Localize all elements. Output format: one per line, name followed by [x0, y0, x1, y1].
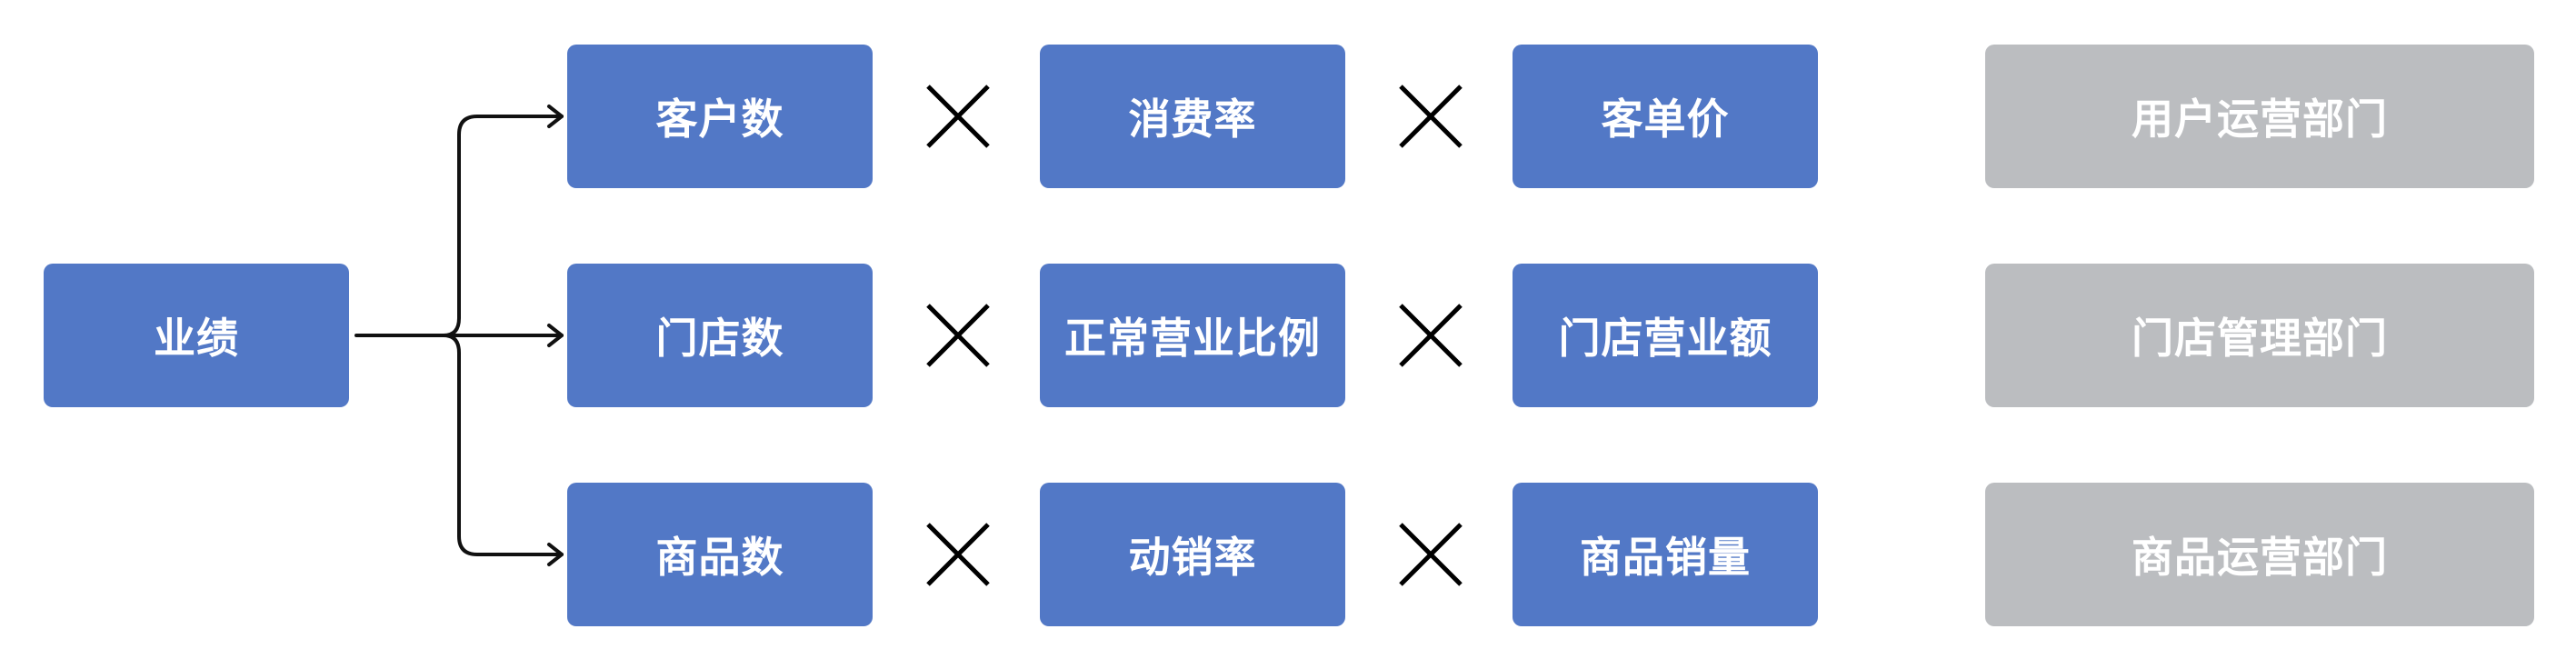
root-node: 业绩: [44, 264, 349, 407]
department-label: 门店管理部门: [2132, 314, 2388, 363]
department-label: 用户运营部门: [2132, 95, 2388, 144]
factor-node-avg-order-value: 客单价: [1513, 45, 1818, 188]
department-node-user-operations: 用户运营部门: [1985, 45, 2534, 188]
factor-node-sell-through-rate: 动销率: [1040, 483, 1345, 626]
multiply-icon: [926, 523, 990, 586]
multiply-icon: [1399, 523, 1463, 586]
factor-label: 正常营业比例: [1064, 314, 1321, 363]
multiply-icon: [926, 304, 990, 367]
factor-node-store-count: 门店数: [567, 264, 873, 407]
factor-label: 商品数: [655, 533, 784, 582]
factor-node-customers: 客户数: [567, 45, 873, 188]
factor-label: 客单价: [1601, 95, 1730, 144]
factor-label: 商品销量: [1580, 533, 1751, 582]
factor-label: 动销率: [1128, 533, 1257, 582]
factor-label: 客户数: [655, 95, 784, 144]
metric-breakdown-diagram: 业绩 客户数 消费率 客单价 用户运营部门 门店数 正常营业比例 门店营业额 门…: [0, 0, 2576, 669]
department-label: 商品运营部门: [2132, 533, 2388, 582]
branch-line-bottom: [442, 334, 564, 556]
branch-line-top: [442, 115, 564, 337]
multiply-icon: [1399, 85, 1463, 148]
department-node-store-management: 门店管理部门: [1985, 264, 2534, 407]
factor-node-normal-operation-ratio: 正常营业比例: [1040, 264, 1345, 407]
factor-node-product-count: 商品数: [567, 483, 873, 626]
root-node-label: 业绩: [154, 314, 239, 363]
factor-node-store-revenue: 门店营业额: [1513, 264, 1818, 407]
factor-label: 门店数: [655, 314, 784, 363]
factor-node-product-sales: 商品销量: [1513, 483, 1818, 626]
multiply-icon: [1399, 304, 1463, 367]
factor-node-consumption-rate: 消费率: [1040, 45, 1345, 188]
multiply-icon: [926, 85, 990, 148]
factor-label: 消费率: [1128, 95, 1257, 144]
factor-label: 门店营业额: [1558, 314, 1772, 363]
department-node-product-operations: 商品运营部门: [1985, 483, 2534, 626]
